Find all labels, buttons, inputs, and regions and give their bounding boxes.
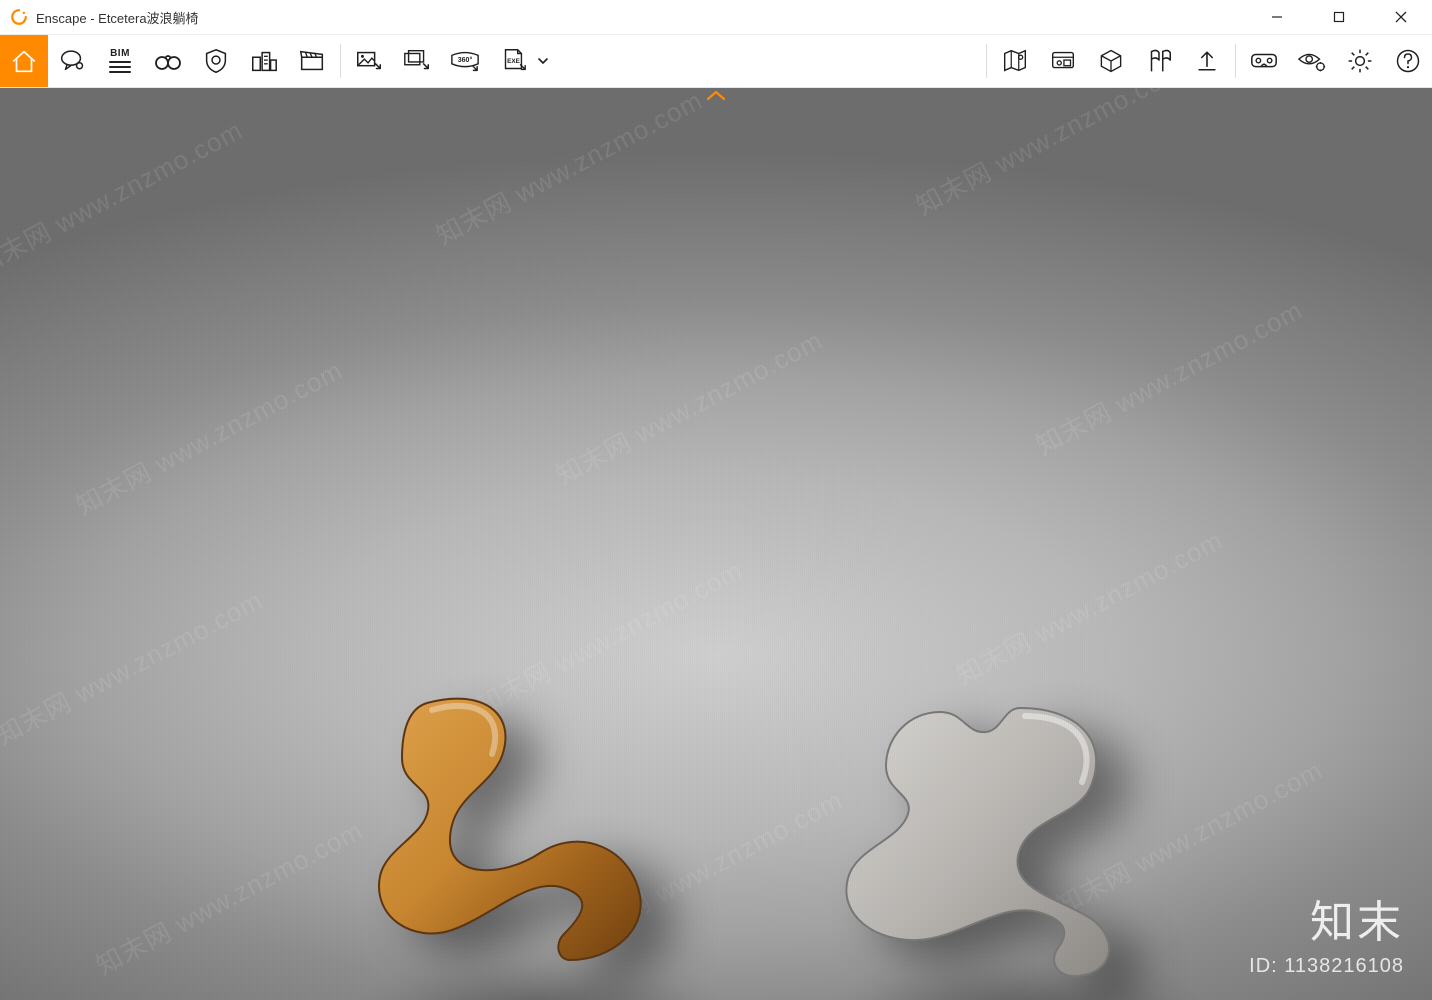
site-context-button[interactable] [240, 35, 288, 87]
wave-lounge-chair-grey [790, 688, 1150, 1000]
video-path-button[interactable] [288, 35, 336, 87]
minimap-button[interactable] [991, 35, 1039, 87]
minimize-button[interactable] [1246, 0, 1308, 34]
toolbar-separator [1235, 44, 1236, 78]
buildings-icon [249, 46, 279, 76]
binoculars-button[interactable] [144, 35, 192, 87]
exe-icon: EXE [498, 46, 528, 76]
safe-frame-button[interactable] [192, 35, 240, 87]
images-export-icon [402, 46, 432, 76]
upload-icon [1193, 47, 1221, 75]
home-button[interactable] [0, 35, 48, 87]
help-icon [1394, 47, 1422, 75]
shield-icon [201, 46, 231, 76]
tiled-watermark: 知末网 www.znzmo.com [0, 110, 249, 282]
batch-render-button[interactable] [393, 35, 441, 87]
main-toolbar: BIM 360° EXE [0, 35, 1432, 88]
balloon-hint-button[interactable] [48, 35, 96, 87]
tiled-watermark: 知末网 www.znzmo.com [89, 810, 369, 982]
exe-standalone-button[interactable]: EXE [489, 35, 537, 87]
general-settings-button[interactable] [1336, 35, 1384, 87]
title-bar: Enscape - Etcetera波浪躺椅 [0, 0, 1432, 35]
tiled-watermark: 知末网 www.znzmo.com [429, 80, 709, 252]
screenshot-button[interactable] [345, 35, 393, 87]
export-dropdown-button[interactable] [537, 35, 549, 87]
wave-lounge-chair-orange [332, 678, 692, 1000]
bim-label: BIM [110, 48, 130, 59]
brand-watermark: 知末 [1310, 886, 1404, 950]
tiled-watermark: 知末网 www.znzmo.com [0, 580, 269, 752]
vr-icon [1248, 46, 1280, 76]
cube-icon [1097, 47, 1125, 75]
asset-library-button[interactable] [1039, 35, 1087, 87]
close-button[interactable] [1370, 0, 1432, 34]
bim-info-button[interactable]: BIM [96, 35, 144, 87]
visual-settings-button[interactable] [1288, 35, 1336, 87]
gear-icon [1346, 47, 1374, 75]
enscape-logo-icon [10, 8, 28, 26]
chevron-up-icon[interactable] [704, 88, 728, 102]
toolbar-separator [986, 44, 987, 78]
tiled-watermark: 知末网 www.znzmo.com [69, 350, 349, 522]
tiled-watermark: 知末网 www.znzmo.com [949, 520, 1229, 692]
panorama-360-icon: 360° [449, 46, 481, 76]
help-button[interactable] [1384, 35, 1432, 87]
render-viewport[interactable]: 知末网 www.znzmo.com 知末网 www.znzmo.com 知末网 … [0, 88, 1432, 1000]
upload-button[interactable] [1183, 35, 1231, 87]
chevron-down-icon [538, 56, 548, 66]
speech-bubble-icon [57, 46, 87, 76]
maximize-button[interactable] [1308, 0, 1370, 34]
home-icon [9, 46, 39, 76]
tiled-watermark: 知末网 www.znzmo.com [549, 320, 829, 492]
bim-line-icon [109, 61, 131, 63]
collab-annotate-button[interactable] [1135, 35, 1183, 87]
asset-id-watermark: ID: 1138216108 [1249, 955, 1404, 978]
window-controls [1246, 0, 1432, 34]
image-export-icon [354, 46, 384, 76]
vr-headset-button[interactable] [1240, 35, 1288, 87]
flags-icon [1144, 46, 1174, 76]
window-title: Enscape - Etcetera波浪躺椅 [36, 8, 199, 27]
tiled-watermark: 知末网 www.znzmo.com [1029, 290, 1309, 462]
clapperboard-icon [297, 46, 327, 76]
asset-library-icon [1048, 46, 1078, 76]
panorama-button[interactable]: 360° [441, 35, 489, 87]
svg-text:EXE: EXE [507, 58, 520, 65]
eye-gear-icon [1296, 46, 1328, 76]
materials-button[interactable] [1087, 35, 1135, 87]
svg-text:360°: 360° [458, 56, 473, 64]
map-icon [1000, 46, 1030, 76]
toolbar-separator [340, 44, 341, 78]
binoculars-icon [152, 45, 184, 77]
